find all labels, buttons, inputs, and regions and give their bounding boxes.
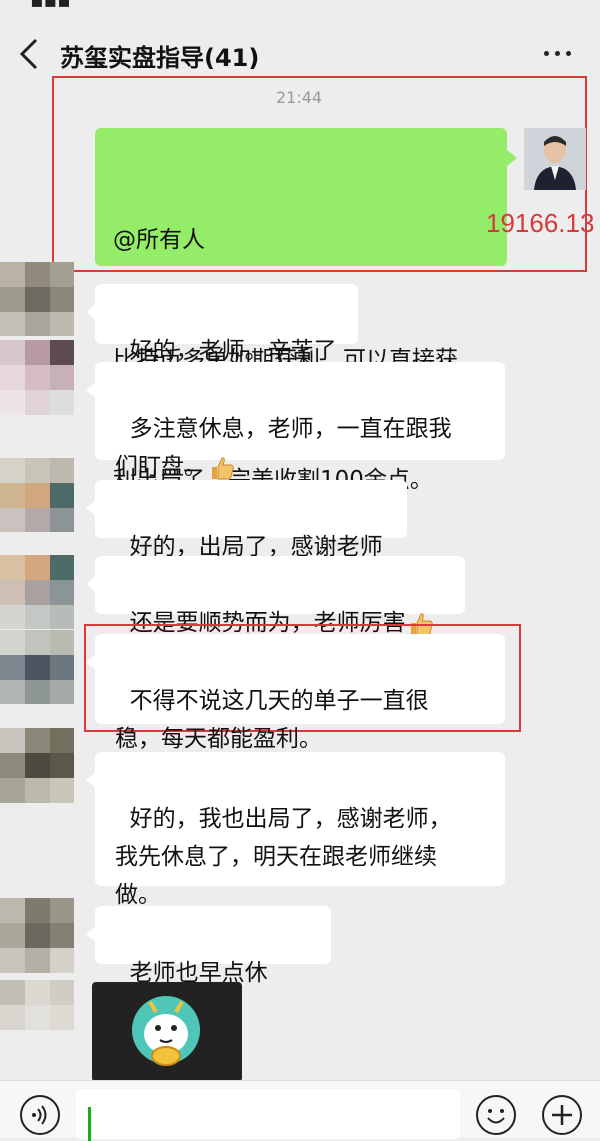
status-bar: ▪▪▪: [30, 0, 71, 12]
plus-icon: [552, 1105, 572, 1125]
price-overlay: 19166.13: [486, 208, 595, 238]
incoming-message-bubble[interactable]: 好的，老师。辛苦了: [86, 284, 358, 364]
incoming-message-bubble[interactable]: 还是要顺势而为，老师厉害: [86, 556, 465, 636]
chat-title: 苏玺实盘指导(41): [60, 44, 260, 72]
message-input[interactable]: [76, 1089, 460, 1141]
voice-button[interactable]: [20, 1095, 60, 1135]
sender-avatar[interactable]: [0, 262, 74, 336]
more-button[interactable]: [540, 40, 576, 66]
voice-icon: [32, 1105, 47, 1125]
input-bar: [0, 1080, 600, 1141]
incoming-message-bubble[interactable]: 不得不说这几天的单子一直很 稳，每天都能盈利。: [86, 634, 505, 752]
thumbs-up-icon: [209, 455, 235, 481]
more-dots-icon: [544, 51, 549, 56]
text-caret: [88, 1107, 91, 1141]
incoming-message-bubble[interactable]: 好的，出局了，感谢老师: [86, 480, 407, 560]
sender-avatar[interactable]: [0, 458, 74, 532]
back-button[interactable]: [14, 34, 50, 74]
own-message-bubble[interactable]: @所有人 比特币多单如期获利，可以直接获 利出局了，完美收割100余点。: [95, 128, 517, 493]
plus-button[interactable]: [542, 1095, 582, 1135]
person-icon: [524, 128, 586, 190]
cartoon-sticker-icon: [132, 996, 200, 1066]
chevron-left-icon: [19, 38, 38, 70]
incoming-message-bubble[interactable]: 多注意休息，老师，一直在跟我 们盯盘。: [86, 362, 505, 480]
message-text: 好的，我也出局了，感谢老师， 我先休息了，明天在跟老师继续 做。: [115, 806, 452, 908]
incoming-message-bubble[interactable]: 好的，我也出局了，感谢老师， 我先休息了，明天在跟老师继续 做。: [86, 752, 505, 908]
sticker-image[interactable]: [92, 982, 242, 1082]
message-text: 好的，老师。辛苦了: [129, 338, 337, 364]
own-avatar[interactable]: [524, 128, 586, 190]
message-line: @所有人: [113, 227, 205, 253]
message-text: 不得不说这几天的单子一直很 稳，每天都能盈利。: [115, 688, 429, 752]
incoming-message-bubble[interactable]: 老师也早点休息！: [86, 906, 331, 1024]
emoji-button[interactable]: [476, 1095, 516, 1135]
emoji-icon: [487, 1109, 505, 1124]
chat-header: 苏玺实盘指导(41): [0, 24, 600, 84]
sender-avatar[interactable]: [0, 980, 74, 1040]
sender-avatar[interactable]: [0, 555, 74, 629]
sender-avatar[interactable]: [0, 630, 74, 704]
sender-avatar[interactable]: [0, 340, 74, 436]
sender-avatar[interactable]: [0, 728, 74, 828]
